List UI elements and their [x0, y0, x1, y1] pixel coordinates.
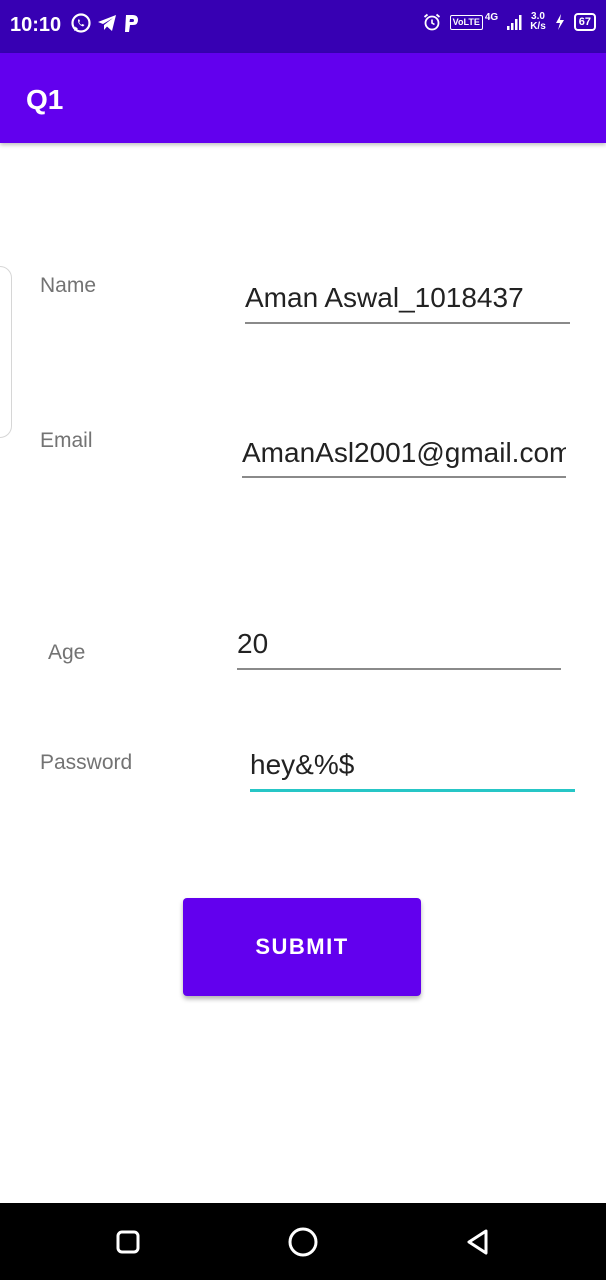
- network-speed: 3.0 K/s: [530, 12, 546, 32]
- status-time: 10:10: [10, 14, 62, 36]
- notification-icons: [70, 12, 140, 34]
- submit-button[interactable]: SUBMIT: [183, 898, 421, 996]
- telegram-icon: [98, 15, 116, 31]
- alarm-icon: [423, 13, 440, 31]
- home-button[interactable]: [286, 1225, 320, 1259]
- name-label: Name: [40, 274, 97, 297]
- name-field-container: [245, 282, 570, 324]
- recents-icon: [116, 1230, 140, 1254]
- email-field-container: [242, 437, 566, 478]
- recents-button[interactable]: [111, 1225, 145, 1259]
- paytm-icon: [125, 15, 138, 32]
- password-field[interactable]: [250, 749, 575, 781]
- page-title: Q1: [26, 84, 64, 115]
- volte-badge: VoLTE: [449, 14, 483, 30]
- name-field[interactable]: [245, 282, 570, 314]
- speed-unit: K/s: [530, 21, 546, 32]
- age-field-container: [237, 628, 561, 670]
- age-label: Age: [48, 641, 86, 664]
- back-icon: [467, 1229, 488, 1255]
- signal-icon: [507, 15, 522, 30]
- app-bar: Q1: [0, 53, 606, 143]
- password-field-container: [250, 749, 575, 792]
- age-field[interactable]: [237, 628, 561, 660]
- network-type: 4G: [484, 11, 499, 23]
- battery-icon: 67: [573, 13, 596, 31]
- whatsapp-icon: [71, 13, 91, 33]
- system-status: VoLTE 4G 3.0 K/s 67: [422, 12, 596, 32]
- back-button[interactable]: [461, 1225, 495, 1259]
- status-bar: 10:10 VoLTE 4G 3.0 K/s 67: [0, 0, 606, 53]
- navigation-bar: [0, 1203, 606, 1280]
- edge-panel-handle[interactable]: [0, 266, 12, 438]
- password-label: Password: [40, 751, 133, 774]
- home-icon: [288, 1227, 318, 1257]
- email-field[interactable]: [242, 437, 566, 469]
- charging-icon: [555, 14, 564, 30]
- email-label: Email: [40, 429, 93, 452]
